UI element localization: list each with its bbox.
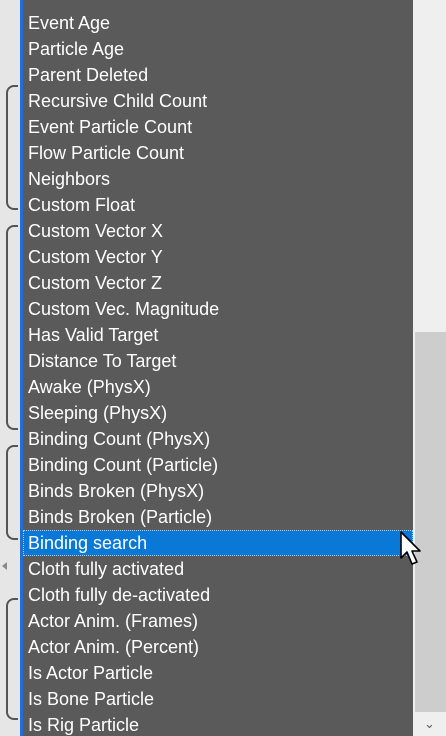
collapse-arrow-icon bbox=[2, 562, 7, 570]
list-item[interactable]: Parent Deleted bbox=[23, 62, 413, 88]
list-item[interactable]: Sleeping (PhysX) bbox=[23, 400, 413, 426]
list-item[interactable]: Cloth fully activated bbox=[23, 556, 413, 582]
list-item[interactable]: Recursive Child Count bbox=[23, 88, 413, 114]
list-item[interactable]: Binds Broken (Particle) bbox=[23, 504, 413, 530]
dropdown-list[interactable]: Event Age Particle Age Parent Deleted Recur… bbox=[20, 0, 413, 736]
list-item[interactable]: Custom Vector Z bbox=[23, 270, 413, 296]
list-item[interactable]: Cloth fully de-activated bbox=[23, 582, 413, 608]
list-item[interactable]: Has Valid Target bbox=[23, 322, 413, 348]
list-item[interactable]: Neighbors bbox=[23, 166, 413, 192]
list-item[interactable]: Event Age bbox=[23, 10, 413, 36]
group-bracket bbox=[6, 445, 18, 540]
list-item-partial[interactable] bbox=[23, 0, 413, 10]
mouse-pointer-icon bbox=[400, 531, 421, 565]
list-item[interactable]: Distance To Target bbox=[23, 348, 413, 374]
list-item[interactable]: Binding Count (Particle) bbox=[23, 452, 413, 478]
list-item[interactable]: Custom Vec. Magnitude bbox=[23, 296, 413, 322]
list-item[interactable]: Is Actor Particle bbox=[23, 660, 413, 686]
vertical-scrollbar[interactable]: ⌄ bbox=[413, 0, 446, 736]
list-item[interactable]: Actor Anim. (Frames) bbox=[23, 608, 413, 634]
screen: Event Age Particle Age Parent Deleted Recur… bbox=[0, 0, 446, 736]
list-item[interactable]: Binds Broken (PhysX) bbox=[23, 478, 413, 504]
scrollbar-thumb[interactable] bbox=[415, 332, 446, 712]
list-item[interactable]: Is Bone Particle bbox=[23, 686, 413, 712]
list-item[interactable]: Binding Count (PhysX) bbox=[23, 426, 413, 452]
list-item[interactable]: Actor Anim. (Percent) bbox=[23, 634, 413, 660]
list-item[interactable]: Flow Particle Count bbox=[23, 140, 413, 166]
chevron-down-icon[interactable]: ⌄ bbox=[413, 712, 446, 736]
list-item[interactable]: Custom Float bbox=[23, 192, 413, 218]
list-item[interactable]: Custom Vector X bbox=[23, 218, 413, 244]
list-item[interactable]: Event Particle Count bbox=[23, 114, 413, 140]
group-bracket bbox=[6, 85, 18, 210]
list-item-selected[interactable]: Binding search bbox=[23, 530, 413, 556]
list-item[interactable]: Particle Age bbox=[23, 36, 413, 62]
background-panel bbox=[0, 0, 22, 736]
group-bracket bbox=[6, 598, 18, 720]
list-item[interactable]: Custom Vector Y bbox=[23, 244, 413, 270]
list-item[interactable]: Awake (PhysX) bbox=[23, 374, 413, 400]
group-bracket bbox=[6, 225, 18, 430]
list-item[interactable]: Is Rig Particle bbox=[23, 712, 413, 736]
